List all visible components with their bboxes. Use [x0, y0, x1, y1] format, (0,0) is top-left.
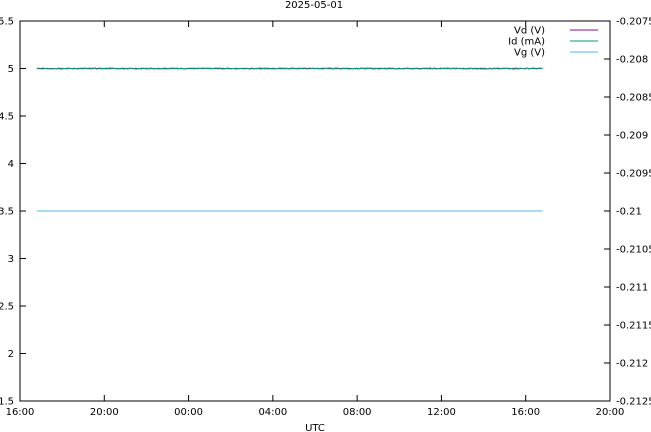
x-tick-label: 20:00: [90, 407, 119, 418]
left-tick-label: 3: [8, 254, 14, 265]
right-tick-label: -0.209: [616, 131, 648, 142]
right-y-axis: -0.2125 -0.212 -0.2115 -0.211 -0.2105 -0.21 -0…: [604, 17, 651, 408]
right-tick-label: -0.2115: [616, 321, 651, 332]
x-axis: 16:00 20:00 00:00 04:00 08:00 12:00 16:00 20:00: [6, 21, 625, 418]
x-tick-label: 00:00: [174, 407, 203, 418]
right-tick-label: -0.2075: [616, 17, 651, 28]
x-tick-label: 04:00: [258, 407, 287, 418]
left-tick-label: 4: [8, 159, 14, 170]
x-tick-label: 16:00: [511, 407, 540, 418]
x-axis-label: UTC: [305, 423, 325, 432]
right-tick-label: -0.208: [616, 55, 648, 66]
x-tick-label: 08:00: [343, 407, 372, 418]
line-chart: 2025-05-01 1.522.533.544.555.5 -0.2125-0…: [0, 0, 651, 432]
left-tick-label: 1.5: [0, 397, 14, 408]
chart-title: 2025-05-01: [285, 0, 343, 11]
x-tick-label: 12:00: [427, 407, 456, 418]
right-tick-label: -0.2095: [616, 169, 651, 180]
left-tick-label: 5: [8, 64, 14, 75]
left-tick-label: 2.5: [0, 302, 14, 313]
legend: Vd (V)Id (mA)Vg (V): [508, 26, 598, 59]
left-tick-label: 2: [8, 349, 14, 360]
left-tick-label: 3.5: [0, 207, 14, 218]
right-tick-label: -0.2105: [616, 245, 651, 256]
right-tick-label: -0.211: [616, 283, 648, 294]
legend-label: Id (mA): [508, 37, 545, 48]
left-tick-label: 5.5: [0, 17, 14, 28]
x-tick-label: 16:00: [6, 407, 35, 418]
right-tick-label: -0.212: [616, 359, 648, 370]
right-tick-label: -0.2125: [616, 397, 651, 408]
right-tick-label: -0.21: [616, 207, 642, 218]
legend-label: Vd (V): [514, 26, 545, 37]
x-tick-label: 20:00: [596, 407, 625, 418]
legend-label: Vg (V): [514, 48, 545, 59]
left-tick-label: 4.5: [0, 112, 14, 123]
left-y-axis: 1.5 2 2.5 3 3.5 4 4.5 5 5.5: [0, 17, 26, 408]
right-tick-label: -0.2085: [616, 93, 651, 104]
series-layer: [36, 67, 543, 212]
